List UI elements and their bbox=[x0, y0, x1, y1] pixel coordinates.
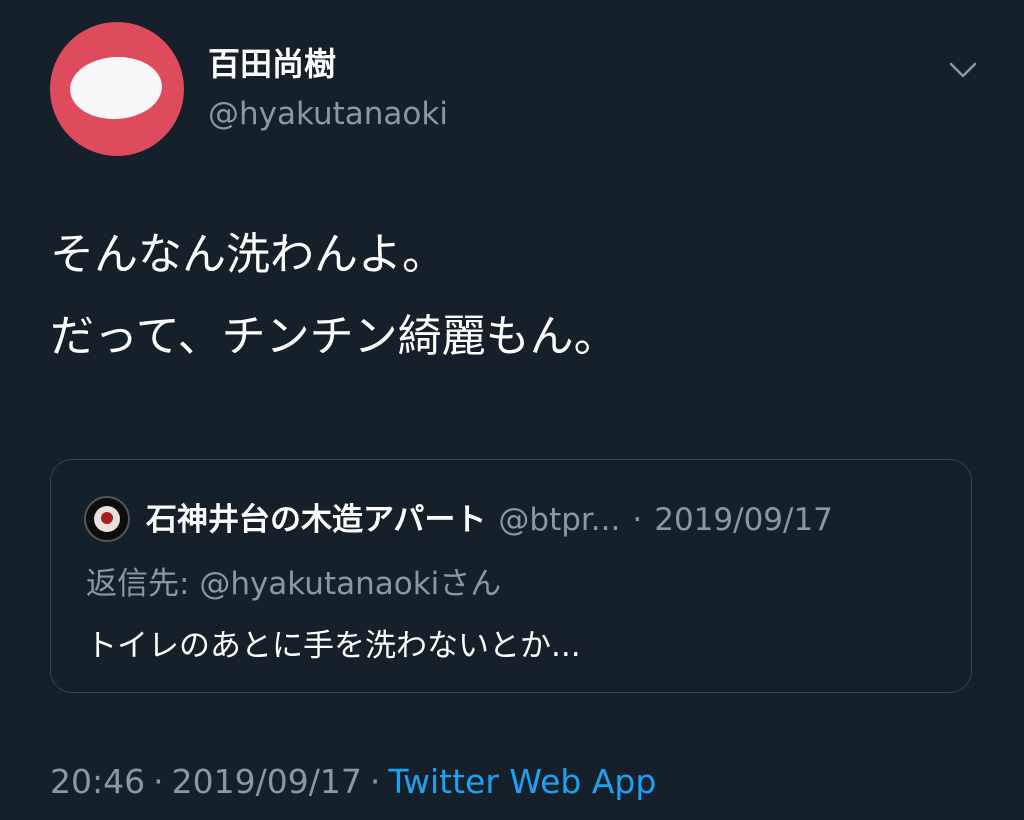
avatar-image bbox=[68, 54, 164, 122]
quoted-author-avatar bbox=[84, 496, 130, 542]
reply-suffix: さん bbox=[439, 566, 502, 602]
reply-handle: @hyakutanaoki bbox=[199, 566, 440, 602]
tweet-footer: 20:46 · 2019/09/17 · Twitter Web App bbox=[50, 762, 656, 802]
tweet-time[interactable]: 20:46 bbox=[50, 762, 145, 801]
quoted-date: 2019/09/17 bbox=[654, 502, 833, 538]
author-avatar[interactable] bbox=[50, 22, 184, 156]
tweet-menu-button[interactable] bbox=[945, 52, 981, 88]
tweet-text: そんなん洗わんよ。 だって、チンチン綺麗もん。 bbox=[50, 214, 618, 378]
author-handle[interactable]: @hyakutanaoki bbox=[208, 94, 448, 134]
footer-separator: · bbox=[153, 762, 164, 801]
quoted-reply-context: 返信先: @hyakutanaokiさん bbox=[86, 564, 501, 604]
quoted-separator: · bbox=[632, 502, 643, 538]
tweet-card: 百田尚樹 @hyakutanaoki そんなん洗わんよ。 だって、チンチン綺麗も… bbox=[0, 0, 1024, 820]
tweet-text-line: だって、チンチン綺麗もん。 bbox=[50, 311, 618, 362]
quoted-author-name: 石神井台の木造アパート bbox=[146, 502, 487, 538]
quoted-avatar-mark bbox=[101, 512, 113, 524]
tweet-text-line: そんなん洗わんよ。 bbox=[50, 229, 446, 280]
tweet-date[interactable]: 2019/09/17 bbox=[172, 762, 362, 801]
quoted-tweet-header: 石神井台の木造アパート @btpr... · 2019/09/17 bbox=[146, 500, 833, 545]
tweet-source-link[interactable]: Twitter Web App bbox=[388, 762, 656, 801]
footer-separator: · bbox=[369, 762, 381, 801]
quoted-author-handle: @btpr... bbox=[498, 502, 621, 538]
quoted-tweet-text: トイレのあとに手を洗わないとか... bbox=[86, 628, 581, 664]
author-display-name[interactable]: 百田尚樹 bbox=[208, 44, 336, 84]
chevron-down-icon bbox=[949, 62, 977, 78]
reply-prefix: 返信先: bbox=[86, 566, 200, 602]
quoted-tweet[interactable]: 石神井台の木造アパート @btpr... · 2019/09/17 返信先: @hya… bbox=[50, 459, 972, 693]
